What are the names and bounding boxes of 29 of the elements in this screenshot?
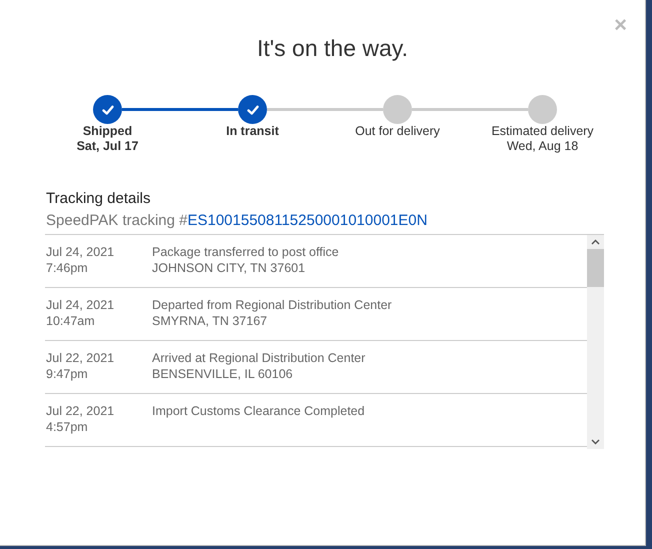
event-description: Departed from Regional Distribution Center xyxy=(152,297,392,313)
event-description: Package transferred to post office xyxy=(152,244,339,260)
event-location: SMYRNA, TN 37167 xyxy=(152,313,268,329)
scrollbar[interactable] xyxy=(587,235,604,449)
event-time: 9:47pm xyxy=(46,366,89,382)
dialog-title: It's on the way. xyxy=(257,34,408,62)
event-location: BENSENVILLE, IL 60106 xyxy=(152,366,294,382)
event-date: Jul 22, 2021 xyxy=(46,403,116,419)
scrollbar-thumb[interactable] xyxy=(587,249,604,287)
event-description: Import Customs Clearance Completed xyxy=(152,403,365,419)
step-date: Wed, Aug 18 xyxy=(506,139,578,154)
event-date: Jul 24, 2021 xyxy=(46,244,116,260)
event-date: Jul 22, 2021 xyxy=(46,350,116,366)
step-date: Sat, Jul 17 xyxy=(76,139,138,154)
tracking-number-link[interactable]: ES10015508115250001010001E0N xyxy=(187,212,428,229)
step-label: Estimated delivery xyxy=(491,124,594,139)
event-location: JOHNSON CITY, TN 37601 xyxy=(152,260,306,276)
scroll-down-icon[interactable] xyxy=(591,439,600,445)
event-description: Arrived at Regional Distribution Center xyxy=(152,350,366,366)
step-label: Out for delivery xyxy=(355,124,440,139)
event-time: 10:47am xyxy=(46,313,96,329)
step-label: Shipped xyxy=(82,124,132,139)
event-date: Jul 24, 2021 xyxy=(46,297,116,313)
scroll-up-icon[interactable] xyxy=(591,239,600,245)
carrier-label: SpeedPAK tracking # xyxy=(46,212,188,229)
step-label: In transit xyxy=(226,124,279,139)
event-time: 4:57pm xyxy=(46,419,89,435)
section-heading: Tracking details xyxy=(46,190,152,208)
event-time: 7:46pm xyxy=(46,260,89,276)
